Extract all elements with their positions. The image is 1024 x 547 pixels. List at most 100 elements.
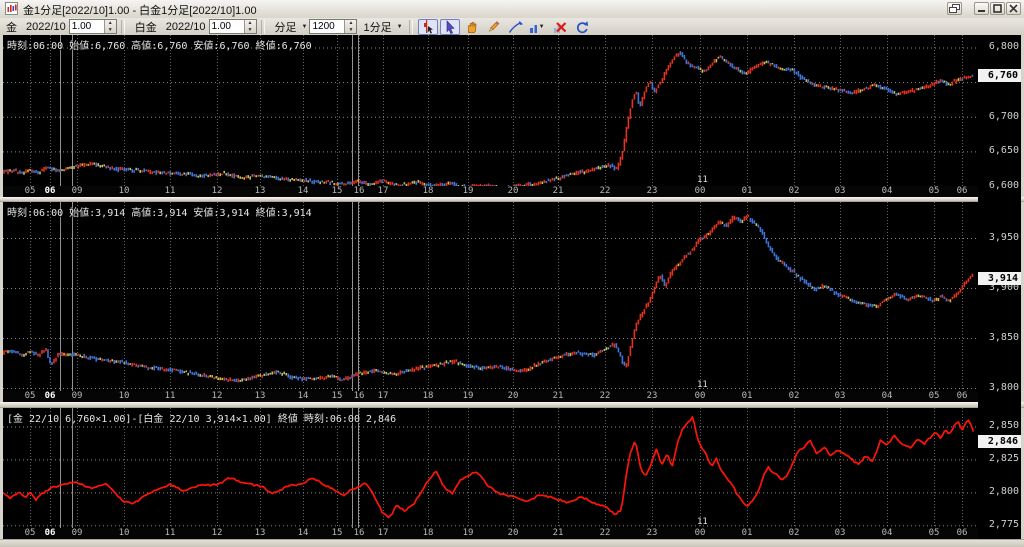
gold-price-panel[interactable]: 時刻:06:00 始値:6,760 高値:6,760 安値:6,760 終値:6… (3, 35, 978, 186)
spinner-up-down-icons[interactable]: ▲ ▼ (344, 20, 357, 33)
time-tick-label: 10 (118, 391, 130, 401)
bar-count-input[interactable] (310, 20, 345, 33)
time-tick-label: 12 (211, 391, 223, 401)
time-tick-label: 19 (462, 186, 474, 196)
delete-drawings-icon (554, 21, 567, 33)
close-button[interactable] (1006, 2, 1021, 15)
time-tick-label: 18 (422, 391, 434, 401)
platinum-multiplier-spinner[interactable]: ▲▼ (208, 19, 257, 34)
time-tick-label: 11 (164, 391, 176, 401)
time-tick-label: 22 (599, 186, 611, 196)
panel-separator[interactable] (0, 197, 1024, 202)
time-tick-label: 19 (462, 391, 474, 401)
tool-refresh-button[interactable] (572, 19, 592, 35)
price-tick-label: 6,650 (988, 145, 1019, 157)
time-tick-label: 01 (741, 186, 753, 196)
spread-panel[interactable]: [金 22/10 6,760×1.00]-[白金 22/10 3,914×1.0… (3, 408, 978, 528)
time-tick-label: 22 (599, 391, 611, 401)
platinum-ohlc-info: 時刻:06:00 始値:3,914 高値:3,914 安値:3,914 終値:3… (7, 208, 312, 219)
spread-chart-canvas (3, 408, 978, 528)
time-tick-label: 20 (507, 391, 519, 401)
tool-pan-hand-button[interactable] (462, 19, 482, 35)
bar-count-spinner[interactable]: ▲▼ (309, 19, 358, 34)
platinum-price-panel[interactable]: 時刻:06:00 始値:3,914 高値:3,914 安値:3,914 終値:3… (3, 202, 978, 391)
maximize-button[interactable] (990, 2, 1005, 15)
time-tick-label: 10 (118, 528, 130, 538)
time-tick-label: 18 (422, 186, 434, 196)
time-tick-label: 14 (297, 528, 309, 538)
time-tick-label: 12 (211, 528, 223, 538)
time-axis-spread: 05 06 09 10 11 12 13 14 15 16 17 18 19 20 21 22 23 00 01 02… (3, 528, 978, 539)
time-axis-platinum: 05 06 09 10 11 12 13 14 15 16 17 18 19 20 21 22 23 00 01 02… (3, 391, 978, 402)
curve-draw-icon (508, 20, 523, 33)
window-bottom-frame (0, 539, 1024, 547)
time-tick-label: 06 (44, 391, 56, 401)
time-tick-label: 06 (44, 186, 56, 196)
time-tick-label: 21 (552, 186, 564, 196)
bar-interval-dropdown[interactable]: 1分足 (363, 19, 391, 35)
spinner-up-down-icons[interactable]: ▲ ▼ (103, 20, 116, 33)
minimize-button[interactable] (974, 2, 989, 15)
time-tick-label: 09 (71, 186, 83, 196)
time-tick-label: 00 (694, 528, 706, 538)
chevron-down-icon[interactable]: ▼ (539, 24, 545, 30)
bar-type-dropdown[interactable]: 分足 (275, 19, 297, 35)
price-tick-label: 2,775 (988, 519, 1019, 531)
price-tick-label: 3,950 (988, 232, 1019, 243)
window-title: 金1分足[2022/10]1.00 - 白金1分足[2022/10]1.00 (23, 5, 257, 17)
float-window-button[interactable] (947, 2, 962, 15)
time-tick-label: 06 (956, 528, 968, 538)
time-tick-label: 16 (353, 186, 365, 196)
spinner-up-down-icons[interactable]: ▲ ▼ (243, 20, 256, 33)
date-label: 11 (697, 380, 708, 390)
gold-chart-canvas (3, 35, 978, 186)
tool-curve-draw-button[interactable] (506, 19, 526, 35)
tool-pencil-draw-button[interactable] (484, 19, 504, 35)
time-tick-label: 03 (834, 391, 846, 401)
chevron-down-icon[interactable]: ▼ (397, 24, 403, 30)
time-tick-label: 19 (462, 528, 474, 538)
time-tick-label: 09 (71, 391, 83, 401)
time-tick-label: 09 (71, 528, 83, 538)
time-tick-label: 23 (646, 528, 658, 538)
time-tick-label: 15 (331, 528, 343, 538)
time-tick-label: 11 (164, 528, 176, 538)
tool-delete-drawings-button[interactable] (550, 19, 570, 35)
time-tick-label: 13 (254, 528, 266, 538)
price-tick-label: 2,850 (988, 420, 1019, 432)
tool-chart-type-button[interactable]: ▼ (528, 19, 548, 35)
time-tick-label: 23 (646, 186, 658, 196)
platinum-symbol-label: 白金 (134, 21, 157, 34)
chart-window: 金1分足[2022/10]1.00 - 白金1分足[2022/10]1.00 金… (0, 0, 1024, 547)
tool-crosshair-cursor-button[interactable] (417, 18, 438, 35)
time-tick-label: 05 (928, 391, 940, 401)
pencil-draw-icon (488, 20, 500, 32)
gold-contract-month: 2022/10 (26, 20, 66, 33)
price-tick-label: 6,600 (988, 180, 1019, 191)
time-tick-label: 01 (741, 391, 753, 401)
time-tick-label: 17 (377, 391, 389, 401)
gold-multiplier-spinner[interactable]: ▲▼ (68, 19, 117, 34)
chevron-down-icon[interactable]: ▼ (302, 24, 308, 30)
price-tick-label: 6,700 (988, 110, 1019, 122)
time-tick-label: 04 (881, 391, 893, 401)
time-tick-label: 10 (118, 186, 130, 196)
time-tick-label: 06 (956, 186, 968, 196)
refresh-icon (577, 20, 589, 33)
time-tick-label: 21 (552, 391, 564, 401)
time-axis-gold: 05 06 09 10 11 12 13 14 15 16 17 18 19 20 21 22 23 00 01 02… (3, 186, 978, 197)
platinum-multiplier-input[interactable] (209, 20, 244, 33)
time-tick-label: 00 (694, 391, 706, 401)
date-label: 11 (697, 517, 708, 527)
tool-select-arrow-button[interactable] (439, 18, 460, 35)
time-tick-label: 03 (834, 186, 846, 196)
date-label: 11 (697, 175, 708, 185)
pan-hand-icon (468, 21, 477, 33)
panel-separator[interactable] (0, 402, 1024, 408)
time-tick-label: 13 (254, 391, 266, 401)
toolbar-separator (260, 19, 265, 34)
gold-multiplier-input[interactable] (69, 20, 104, 33)
price-axis: 6,800 6,700 6,650 6,600 6,760 3,950 3,900 3,850… (978, 35, 1021, 539)
app-icon (5, 2, 18, 15)
time-tick-label: 16 (353, 528, 365, 538)
